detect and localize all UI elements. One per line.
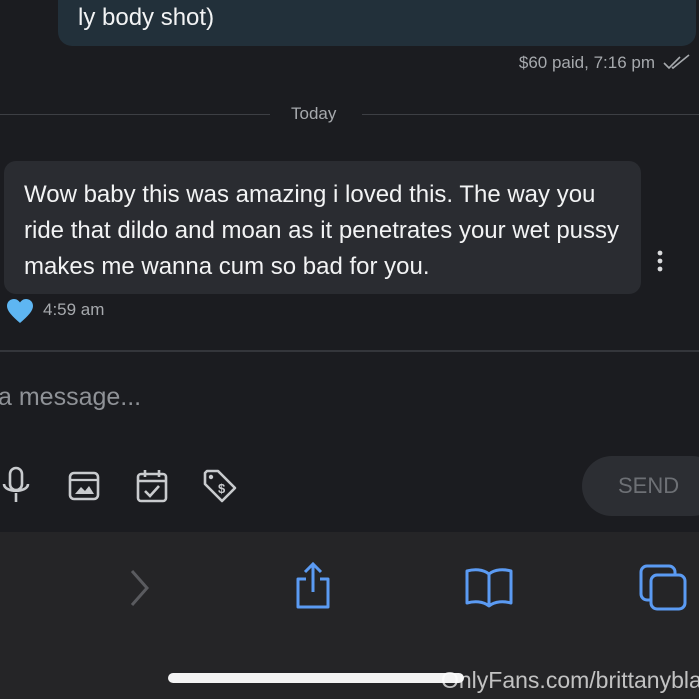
day-separator: Today: [0, 101, 699, 127]
incoming-message-bubble[interactable]: Wow baby this was amazing i loved this. …: [4, 161, 641, 294]
watermark-text: OnlyFans.com/brittanyblair: [441, 667, 699, 693]
paid-time-label: $60 paid, 7:16 pm: [518, 53, 655, 72]
incoming-message-text: Wow baby this was amazing i loved this. …: [24, 181, 620, 280]
day-separator-label: Today: [291, 104, 337, 123]
outgoing-message-bubble[interactable]: ly body shot): [58, 0, 696, 46]
double-check-icon: [663, 54, 691, 72]
send-button-label: SEND: [618, 473, 680, 498]
message-options-icon[interactable]: [650, 246, 670, 276]
incoming-message-time: 4:59 am: [43, 300, 105, 319]
heart-icon[interactable]: [6, 298, 34, 324]
home-indicator[interactable]: [168, 673, 464, 683]
separator-line-right: [362, 114, 699, 115]
separator-line-left: [0, 114, 270, 115]
calendar-check-icon[interactable]: [134, 466, 170, 506]
outgoing-message-meta: $60 paid, 7:16 pm: [519, 51, 691, 75]
svg-text:$: $: [218, 481, 226, 496]
forward-icon[interactable]: [122, 568, 156, 608]
bookmarks-icon[interactable]: [463, 565, 515, 609]
price-tag-icon[interactable]: $: [202, 466, 238, 506]
chat-area: ly body shot) $60 paid, 7:16 pm Today Wo…: [0, 0, 699, 352]
image-icon[interactable]: [66, 466, 102, 506]
outgoing-message-text: ly body shot): [78, 4, 215, 31]
microphone-icon[interactable]: [0, 466, 34, 506]
message-composer: a message... $ SEND: [0, 352, 699, 532]
send-button[interactable]: SEND: [582, 456, 699, 516]
tabs-icon[interactable]: [637, 562, 689, 612]
share-icon[interactable]: [290, 560, 336, 612]
message-input[interactable]: a message...: [0, 383, 141, 412]
